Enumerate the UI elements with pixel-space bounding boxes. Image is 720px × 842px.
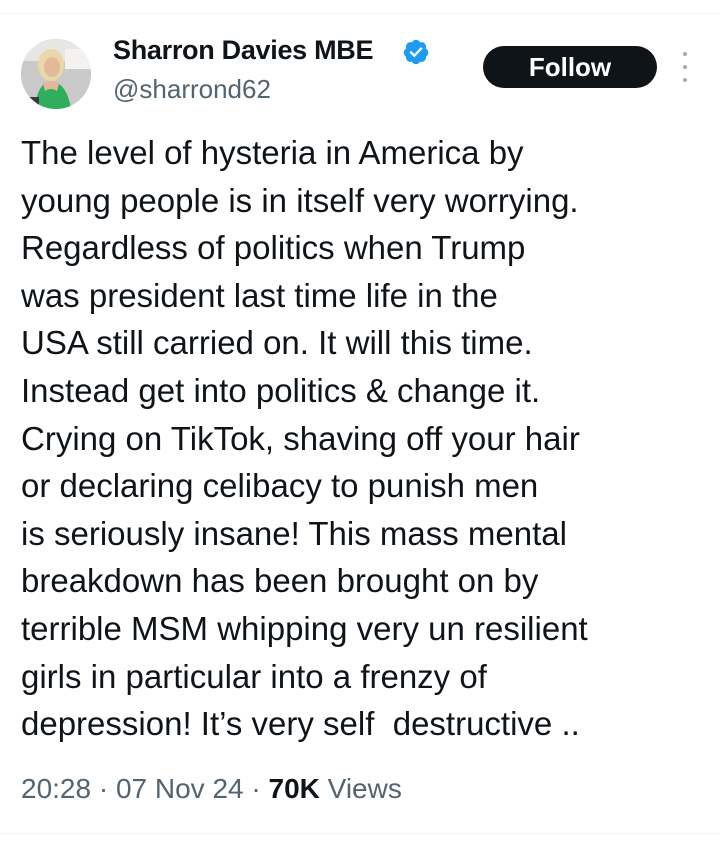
meta-separator: · [243, 773, 269, 804]
bottom-divider [0, 833, 720, 834]
views-label: Views [319, 773, 402, 804]
more-dot [683, 78, 687, 82]
avatar-image [21, 39, 91, 109]
more-dot [683, 52, 687, 56]
tweet-text-line: breakdown has been brought on by [21, 562, 539, 600]
tweet-text-line: young people is in itself very worrying. [21, 181, 579, 219]
tweet-text-line: terrible MSM whipping very un resilient [21, 609, 588, 647]
top-divider [0, 13, 720, 14]
tweet-text-line: USA still carried on. It will this time. [21, 324, 533, 362]
avatar[interactable] [21, 39, 91, 109]
tweet-text-line: Crying on TikTok, shaving off your hair [21, 419, 580, 457]
verified-badge-icon [403, 39, 429, 65]
tweet-meta: 20:28 · 07 Nov 24 · 70K Views [21, 773, 402, 805]
tweet-text-line: The level of hysteria in America by [21, 134, 524, 171]
more-dot [683, 65, 687, 69]
tweet-text-line: or declaring celibacy to punish men [21, 467, 539, 505]
tweet-date[interactable]: 07 Nov 24 [116, 773, 244, 804]
tweet-text-line: is seriously insane! This mass mental [21, 514, 567, 552]
author-display-name[interactable]: Sharron Davies MBE [113, 35, 373, 66]
views-count[interactable]: 70K [269, 773, 320, 804]
tweet-text-line: was president last time life in the [21, 276, 498, 314]
meta-separator: · [91, 773, 116, 804]
tweet-text-line: depression! It’s very self destructive .… [21, 705, 580, 743]
tweet-text-line: girls in particular into a frenzy of [21, 657, 487, 695]
tweet-time[interactable]: 20:28 [21, 773, 91, 804]
tweet-text-line: Instead get into politics & change it. [21, 371, 541, 409]
tweet-text-line: Regardless of politics when Trump [21, 229, 526, 267]
tweet-text: The level of hysteria in America by youn… [21, 129, 711, 748]
author-handle[interactable]: @sharrond62 [113, 74, 271, 105]
more-options-icon[interactable] [679, 52, 691, 82]
follow-button[interactable]: Follow [483, 46, 657, 88]
